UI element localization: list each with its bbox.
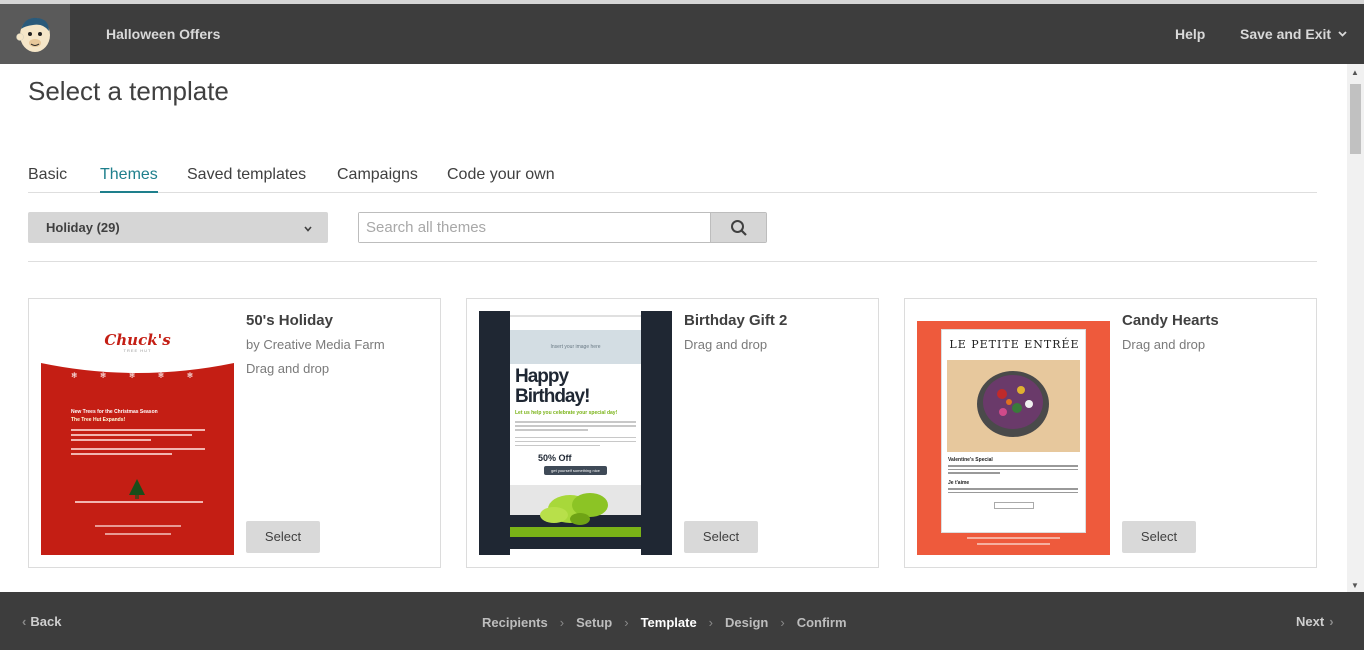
chevron-right-icon: ›	[1329, 614, 1334, 629]
template-type: Drag and drop	[1122, 337, 1206, 352]
template-thumbnail: Insert your image here Happy Birthday! L…	[479, 311, 672, 555]
snowflake-icons: ❄ ❄ ❄ ❄ ❄	[71, 371, 204, 380]
search-input[interactable]	[359, 213, 710, 242]
template-title: Candy Hearts	[1122, 312, 1219, 329]
template-title: 50's Holiday	[246, 312, 333, 329]
step-confirm[interactable]: Confirm	[797, 615, 847, 630]
select-button[interactable]: Select	[1122, 521, 1196, 553]
chevron-right-icon: ›	[559, 614, 565, 630]
scrollbar-thumb[interactable]	[1350, 84, 1361, 154]
chevron-right-icon: ›	[624, 614, 629, 630]
thumb-logo: Chuck's	[104, 331, 171, 349]
thumb-tagline: Let us help you celebrate your special d…	[515, 410, 618, 416]
chevron-right-icon: ›	[708, 614, 714, 630]
thumb-logo-sub: TREE HUT	[123, 348, 152, 353]
back-label: Back	[30, 614, 62, 629]
thumb-subheading: Je t'aime	[948, 480, 970, 486]
template-type: Drag and drop	[684, 337, 768, 352]
step-template[interactable]: Template	[641, 615, 697, 630]
scroll-down-arrow-icon[interactable]: ▼	[1351, 581, 1359, 590]
select-button[interactable]: Select	[684, 521, 758, 553]
step-setup[interactable]: Setup	[576, 615, 612, 630]
chevron-right-icon: ›	[780, 614, 785, 630]
chevron-down-icon	[1338, 31, 1347, 37]
scroll-up-arrow-icon[interactable]: ▲	[1351, 68, 1359, 77]
chevron-left-icon: ‹	[22, 614, 27, 629]
thumb-food-image	[947, 360, 1080, 452]
template-title: Birthday Gift 2	[684, 312, 788, 329]
select-button[interactable]: Select	[246, 521, 320, 553]
top-bar: Halloween Offers Help Save and Exit	[0, 0, 1364, 64]
thumb-offer: 50% Off	[538, 453, 572, 463]
thumb-logo: LE PETITE ENTRÉE	[949, 338, 1080, 351]
thumb-heading: Valentine's Special	[948, 457, 993, 463]
template-thumbnail: LE PETITE ENTRÉE Valentine's Special Je …	[917, 311, 1110, 555]
mailchimp-logo-icon[interactable]	[0, 4, 70, 64]
gift-image	[510, 485, 641, 549]
theme-search	[358, 212, 767, 243]
thumb-headline: Happy Birthday!	[515, 366, 590, 407]
thumb-subheading: The Tree Hut Expands!	[71, 417, 126, 423]
thumb-body-lines	[71, 429, 205, 457]
search-button[interactable]	[710, 213, 766, 242]
thumb-image-placeholder: Insert your image here	[510, 330, 641, 364]
tab-saved-templates[interactable]: Saved templates	[187, 166, 306, 193]
tree-icon	[129, 479, 145, 499]
save-and-exit-label: Save and Exit	[1240, 26, 1332, 42]
category-dropdown-value: Holiday (29)	[46, 220, 120, 235]
template-thumbnail: Chuck's TREE HUT ❄ ❄ ❄ ❄ ❄ New Trees for…	[41, 311, 234, 555]
thumb-heading: New Trees for the Christmas Season	[71, 409, 158, 415]
back-button[interactable]: ‹ Back	[22, 592, 61, 650]
chevron-down-icon	[304, 212, 312, 243]
help-link[interactable]: Help	[1175, 4, 1205, 64]
template-card-birthday-gift-2[interactable]: Insert your image here Happy Birthday! L…	[466, 298, 879, 568]
step-design[interactable]: Design	[725, 615, 768, 630]
template-tabs: Basic Themes Saved templates Campaigns C…	[28, 160, 1317, 193]
bottom-nav-bar: ‹ Back Recipients › Setup › Template › De…	[0, 592, 1364, 650]
divider	[28, 261, 1317, 262]
next-button[interactable]: Next ›	[1296, 592, 1334, 650]
campaign-steps: Recipients › Setup › Template › Design ›…	[482, 592, 847, 650]
next-label: Next	[1296, 614, 1325, 629]
template-card-50s-holiday[interactable]: Chuck's TREE HUT ❄ ❄ ❄ ❄ ❄ New Trees for…	[28, 298, 441, 568]
campaign-name: Halloween Offers	[106, 26, 221, 42]
tab-code-your-own[interactable]: Code your own	[447, 166, 555, 193]
template-author: by Creative Media Farm	[246, 337, 385, 352]
tab-campaigns[interactable]: Campaigns	[337, 166, 418, 193]
step-recipients[interactable]: Recipients	[482, 615, 548, 630]
save-and-exit-menu[interactable]: Save and Exit	[1240, 4, 1347, 64]
thumb-offer-button: get yourself something nice	[544, 466, 607, 475]
template-card-candy-hearts[interactable]: LE PETITE ENTRÉE Valentine's Special Je …	[904, 298, 1317, 568]
page-title: Select a template	[28, 76, 229, 106]
template-type: Drag and drop	[246, 361, 330, 376]
tab-basic[interactable]: Basic	[28, 166, 67, 193]
category-dropdown[interactable]: Holiday (29)	[28, 212, 328, 243]
vertical-scrollbar[interactable]: ▲ ▼	[1347, 64, 1364, 592]
search-icon	[730, 219, 747, 236]
tab-themes[interactable]: Themes	[100, 166, 158, 193]
